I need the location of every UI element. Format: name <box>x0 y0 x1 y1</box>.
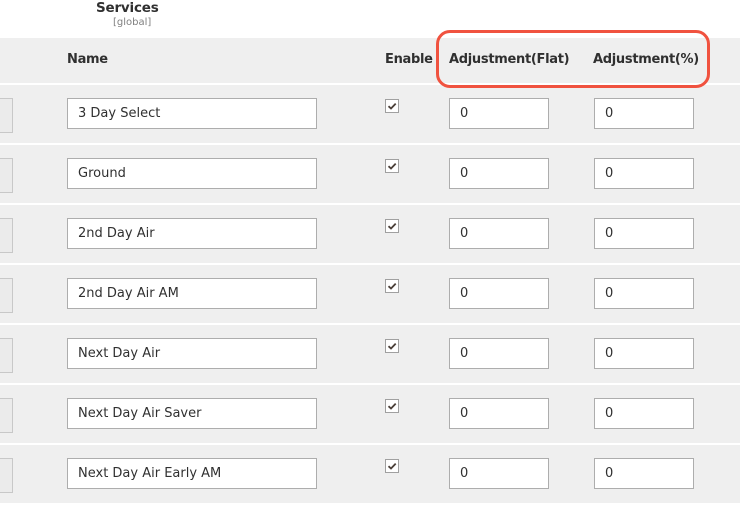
adjustment-percent-input[interactable] <box>594 278 694 309</box>
adjustment-flat-input[interactable] <box>449 338 549 369</box>
service-name-input[interactable] <box>67 98 317 129</box>
drag-handle[interactable] <box>0 278 13 313</box>
enable-checkbox[interactable] <box>385 339 399 353</box>
adjustment-flat-input[interactable] <box>449 278 549 309</box>
adjustment-flat-input[interactable] <box>449 218 549 249</box>
checkmark-icon <box>387 282 397 290</box>
checkmark-icon <box>387 102 397 110</box>
service-name-input[interactable] <box>67 278 317 309</box>
drag-handle[interactable] <box>0 158 13 193</box>
service-name-input[interactable] <box>67 218 317 249</box>
table-header: Name Enable Adjustment(Flat) Adjustment(… <box>0 38 740 85</box>
adjustment-flat-input[interactable] <box>449 458 549 489</box>
adjustment-percent-input[interactable] <box>594 458 694 489</box>
table-row <box>0 145 740 205</box>
adjustment-flat-input[interactable] <box>449 158 549 189</box>
service-name-input[interactable] <box>67 338 317 369</box>
adjustment-flat-input[interactable] <box>449 98 549 129</box>
service-name-input[interactable] <box>67 398 317 429</box>
drag-handle[interactable] <box>0 98 13 133</box>
section-title: Services <box>96 0 159 16</box>
adjustment-percent-input[interactable] <box>594 158 694 189</box>
adjustment-flat-input[interactable] <box>449 398 549 429</box>
checkmark-icon <box>387 462 397 470</box>
table-row <box>0 445 740 505</box>
checkmark-icon <box>387 342 397 350</box>
table-row <box>0 265 740 325</box>
scope-label: [global] <box>113 17 152 28</box>
column-header-adjustment-percent: Adjustment(%) <box>593 52 699 67</box>
enable-checkbox[interactable] <box>385 99 399 113</box>
adjustment-percent-input[interactable] <box>594 98 694 129</box>
drag-handle[interactable] <box>0 458 13 493</box>
column-header-adjustment-flat: Adjustment(Flat) <box>449 52 570 67</box>
adjustment-percent-input[interactable] <box>594 218 694 249</box>
service-name-input[interactable] <box>67 158 317 189</box>
enable-checkbox[interactable] <box>385 279 399 293</box>
table-row <box>0 85 740 145</box>
table-row <box>0 385 740 445</box>
services-table: Name Enable Adjustment(Flat) Adjustment(… <box>0 38 740 505</box>
table-body <box>0 85 740 505</box>
adjustment-percent-input[interactable] <box>594 398 694 429</box>
table-row <box>0 325 740 385</box>
enable-checkbox[interactable] <box>385 159 399 173</box>
enable-checkbox[interactable] <box>385 219 399 233</box>
service-name-input[interactable] <box>67 458 317 489</box>
checkmark-icon <box>387 162 397 170</box>
enable-checkbox[interactable] <box>385 459 399 473</box>
drag-handle[interactable] <box>0 338 13 373</box>
drag-handle[interactable] <box>0 398 13 433</box>
column-header-enable: Enable <box>385 52 433 67</box>
checkmark-icon <box>387 222 397 230</box>
drag-handle[interactable] <box>0 218 13 253</box>
table-row <box>0 205 740 265</box>
column-header-name: Name <box>67 52 108 67</box>
checkmark-icon <box>387 402 397 410</box>
enable-checkbox[interactable] <box>385 399 399 413</box>
adjustment-percent-input[interactable] <box>594 338 694 369</box>
